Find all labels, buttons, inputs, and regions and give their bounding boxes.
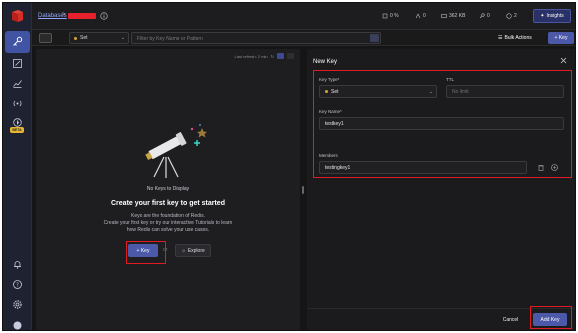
bulk-actions-label: Bulk Actions (504, 35, 532, 41)
key-type-label: Key Type* (319, 77, 340, 82)
stat-keys: 0 (479, 13, 490, 19)
or-text: or (163, 247, 168, 253)
keys-icon (479, 13, 485, 19)
bulk-actions-icon: ☰ (498, 35, 503, 41)
filter-bar: Set ⌄ Filter by Key Name or Pattern ☰ Bu… (32, 30, 575, 46)
insights-label: Insights (546, 13, 564, 19)
key-type-select[interactable]: Set ⌄ (319, 85, 437, 98)
add-key-button-top[interactable]: + Key (548, 32, 574, 44)
keys-list-panel: Last refresh: 2 min ↻ No Keys to Display… (36, 49, 300, 330)
stat-memory: 362 KB (441, 13, 465, 19)
clients-icon (506, 13, 512, 19)
explore-icon: ☼ (181, 247, 186, 254)
new-key-panel: New Key Key Type* Set ⌄ TTL No limit Key… (307, 49, 575, 330)
chevron-down-icon: ⌄ (120, 35, 125, 41)
set-type-dot (325, 90, 328, 93)
breadcrumb-separator: > (62, 12, 66, 18)
add-member-icon[interactable] (551, 164, 558, 171)
redacted-database-name (68, 13, 96, 19)
svg-text:?: ? (16, 283, 19, 289)
redis-logo[interactable] (10, 9, 25, 23)
key-type-filter-value: Set (80, 35, 88, 41)
chevron-down-icon: ⌄ (428, 88, 433, 95)
telescope-illustration (145, 124, 207, 178)
add-key-submit-button[interactable]: Add Key (533, 313, 567, 326)
search-input[interactable]: Filter by Key Name or Pattern (131, 32, 381, 44)
search-placeholder: Filter by Key Name or Pattern (137, 36, 203, 42)
workbench-icon[interactable] (12, 58, 23, 69)
set-type-dot (74, 36, 77, 40)
ops-icon (415, 13, 421, 19)
empty-state-body-line2: Create your first key or try our interac… (103, 220, 233, 226)
settings-toggle[interactable] (287, 53, 294, 59)
explore-button[interactable]: ☼ Explore (175, 244, 211, 257)
memory-icon (441, 14, 447, 18)
key-icon[interactable] (12, 36, 23, 47)
nav-rail: BETA ? (3, 3, 32, 330)
new-key-footer: Cancel Add Key (307, 308, 575, 330)
search-icon[interactable] (370, 34, 379, 42)
beta-badge: BETA (10, 127, 24, 133)
member-input[interactable]: testingkey1 (319, 161, 527, 174)
new-key-form: Key Type* Set ⌄ TTL No limit Key Name* t… (313, 72, 567, 177)
app-window: BETA ? Databases > 0 % 0 362 KB 0 2 ✦ In… (2, 2, 576, 331)
top-bar: Databases > 0 % 0 362 KB 0 2 ✦ Insights (32, 3, 575, 30)
bulk-actions-button[interactable]: ☰ Bulk Actions (498, 32, 542, 44)
cpu-icon (382, 13, 388, 19)
bell-icon[interactable] (12, 259, 23, 270)
settings-gear-icon[interactable] (12, 299, 23, 310)
help-icon[interactable]: ? (12, 279, 23, 290)
explore-label: Explore (187, 247, 205, 254)
ttl-label: TTL (446, 77, 455, 82)
pubsub-icon[interactable] (12, 98, 23, 109)
key-type-value: Set (331, 88, 339, 95)
info-icon[interactable] (100, 12, 108, 20)
add-key-button-empty-state[interactable]: + Key (128, 244, 158, 257)
columns-toggle[interactable] (277, 53, 284, 59)
no-keys-text: No Keys to Display (146, 186, 190, 192)
key-name-input[interactable]: testkey1 (319, 117, 564, 130)
insights-button[interactable]: ✦ Insights (533, 9, 571, 23)
refresh-icon[interactable]: ↻ (271, 54, 274, 59)
github-icon[interactable] (12, 320, 23, 331)
new-key-title: New Key (313, 59, 338, 65)
key-type-filter[interactable]: Set ⌄ (69, 32, 129, 44)
empty-state-body-line1: Keys are the foundation of Redis. (131, 213, 205, 219)
stat-cpu: 0 % (382, 13, 399, 19)
lightbulb-icon: ✦ (540, 13, 545, 19)
stat-keys-value: 0 (487, 13, 490, 19)
empty-state-heading: Create your first key to get started (111, 200, 225, 207)
members-label: Members (319, 153, 338, 158)
stat-ops-value: 0 (423, 13, 426, 19)
stat-ops: 0 (415, 13, 426, 19)
panel-resize-handle[interactable] (302, 186, 304, 194)
stat-cpu-value: 0 % (390, 13, 399, 19)
close-icon[interactable] (560, 57, 567, 64)
refresh-bar: Last refresh: 2 min ↻ (235, 53, 294, 59)
empty-state-body-line3: how Redis can solve your use cases. (126, 227, 210, 233)
tree-view-toggle[interactable] (53, 33, 66, 43)
stat-clients: 2 (506, 13, 517, 19)
stat-clients-value: 2 (514, 13, 517, 19)
last-refresh-text: Last refresh: 2 min (234, 53, 268, 59)
key-name-label: Key Name* (319, 109, 342, 114)
cancel-button[interactable]: Cancel (497, 313, 524, 326)
trash-icon[interactable] (538, 164, 544, 171)
list-view-toggle[interactable] (39, 33, 52, 43)
analytics-icon[interactable] (12, 78, 23, 89)
stat-memory-value: 362 KB (449, 13, 466, 19)
empty-state-body: Keys are the foundation of Redis. Create… (36, 213, 300, 234)
ttl-input[interactable]: No limit (446, 85, 564, 98)
